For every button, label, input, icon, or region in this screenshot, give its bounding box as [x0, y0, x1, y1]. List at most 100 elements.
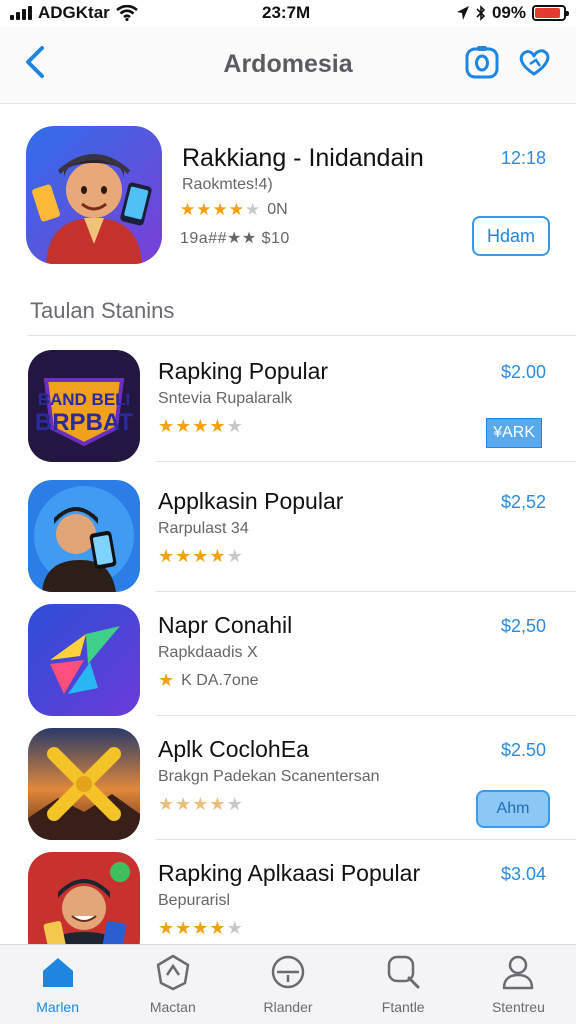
app-subtitle: Sntevia Rupalaralk	[158, 390, 293, 407]
home-icon	[42, 958, 73, 987]
star-icon: ★	[226, 416, 244, 436]
app-title: Rapking Popular	[158, 358, 329, 384]
get-button[interactable]: ¥ARK	[486, 418, 542, 448]
star-icon: ★	[175, 416, 193, 436]
app-subtitle: Brakgn Padekan Scanentersan	[158, 768, 380, 785]
battery-level	[535, 8, 561, 18]
get-button[interactable]: Ahm	[476, 790, 550, 828]
app-price: $3.04	[500, 864, 546, 884]
heart-share-icon[interactable]	[516, 44, 552, 80]
tab-search[interactable]: Ftantle	[346, 945, 461, 1024]
camera-icon[interactable]	[464, 44, 500, 80]
search-icon	[387, 955, 420, 989]
star-icon: ★	[209, 416, 227, 436]
star-icon: ★	[158, 416, 176, 436]
icon-text: BRPBAT	[35, 409, 134, 436]
signal-icon	[10, 6, 32, 20]
list-item[interactable]: Rapking Aplkaasi Popular Bepurarisl ★★★★…	[0, 840, 576, 944]
star-icon: ★	[175, 546, 193, 566]
app-icon-5	[28, 852, 140, 944]
star-icon: ★	[226, 918, 244, 938]
page-title: Ardomesia	[223, 50, 353, 78]
star-icon: ★	[245, 200, 262, 219]
app-title: Aplk CoclohEa	[158, 736, 309, 762]
app-title: Rapking Aplkaasi Popular	[158, 860, 421, 886]
star-icon: ★	[158, 546, 176, 566]
icon-text: BAND BELI	[38, 390, 131, 409]
star-icon: ★	[175, 918, 193, 938]
tab-label: Marlen	[36, 999, 79, 1015]
back-chevron-icon[interactable]	[18, 42, 54, 82]
featured-app-rating: ★★★★★ 0N	[180, 200, 288, 220]
list-item[interactable]: Applkasin Popular Rarpulast 34 ★★★★★ $2,…	[0, 468, 576, 592]
navigation-bar: Ardomesia	[0, 26, 576, 104]
star-icon: ★	[175, 794, 193, 814]
tab-shield[interactable]: Mactan	[115, 945, 230, 1024]
app-icon-2	[28, 480, 140, 592]
tab-label: Mactan	[149, 999, 196, 1015]
location-arrow-icon	[456, 6, 469, 20]
battery-icon	[532, 5, 569, 21]
app-rating: ★★★★★	[158, 546, 244, 567]
featured-app-meta: 19a##★★ $10	[180, 230, 290, 247]
featured-get-button[interactable]: Hdam	[472, 216, 550, 256]
tab-compass[interactable]: Rlander	[230, 945, 345, 1024]
app-title: Applkasin Popular	[158, 488, 344, 514]
row-divider	[156, 461, 576, 462]
star-icon: ★	[196, 200, 213, 219]
status-bar: ADGKtar 23:7M 09%	[0, 0, 576, 26]
app-icon-1: BAND BELI BRPBAT	[28, 350, 140, 462]
app-price: $2,52	[500, 492, 546, 512]
app-rating: ★★★★★	[158, 794, 244, 815]
app-price: $2.50	[500, 740, 546, 760]
star-icon: ★	[180, 200, 197, 219]
featured-app-title: Rakkiang - Inidandain	[182, 144, 424, 172]
tab-profile[interactable]: Stentreu	[461, 945, 576, 1024]
list-item[interactable]: Napr Conahil Rapkdaadis X ★ K DA.7one $2…	[0, 592, 576, 716]
star-rating: ★★★★★	[158, 416, 244, 437]
star-rating: ★★★★★	[158, 546, 244, 567]
star-rating: ★★★★★	[180, 200, 261, 220]
tab-home[interactable]: Marlen	[0, 945, 115, 1024]
person-icon	[503, 955, 534, 990]
bluetooth-icon	[476, 5, 486, 21]
app-price: $2,50	[500, 616, 546, 636]
app-title: Napr Conahil	[158, 612, 293, 638]
wifi-icon	[115, 5, 138, 21]
app-subtitle: Rapkdaadis X	[158, 644, 258, 661]
star-icon: ★	[226, 794, 244, 814]
star-rating: ★★★★★	[158, 794, 244, 815]
star-icon: ★	[212, 200, 229, 219]
star-icon: ★	[228, 200, 245, 219]
star-icon: ★	[158, 670, 176, 690]
app-rating: ★★★★★	[158, 918, 244, 939]
star-icon: ★	[192, 546, 210, 566]
star-icon: ★	[209, 794, 227, 814]
star-rating: ★	[158, 670, 175, 691]
app-subtitle: Rarpulast 34	[158, 520, 249, 537]
featured-app-card[interactable]: Rakkiang - Inidandain Raokmtes!4) ★★★★★ …	[0, 104, 576, 282]
rating-text: 0N	[267, 201, 288, 218]
app-price: $2.00	[500, 362, 546, 382]
app-icon-4	[28, 728, 140, 840]
star-icon: ★	[209, 546, 227, 566]
list-item[interactable]: Aplk CoclohEa Brakgn Padekan Scanentersa…	[0, 716, 576, 840]
star-icon: ★	[192, 416, 210, 436]
star-icon: ★	[192, 794, 210, 814]
list-item[interactable]: BAND BELI BRPBAT Rapking Popular Sntevia…	[0, 338, 576, 462]
shield-icon	[156, 954, 190, 991]
tab-bar: Marlen Mactan Rlander Ftantle Stentreu	[0, 944, 576, 1024]
battery-percent: 09%	[491, 3, 526, 22]
app-subtitle: Bepurarisl	[158, 892, 231, 909]
compass-icon	[271, 955, 305, 989]
tab-label: Stentreu	[491, 999, 545, 1015]
rating-text: K DA.7one	[181, 671, 259, 689]
star-icon: ★	[192, 918, 210, 938]
star-icon: ★	[226, 546, 244, 566]
tab-label: Rlander	[263, 999, 313, 1015]
featured-app-icon	[26, 126, 162, 264]
featured-app-subtitle: Raokmtes!4)	[182, 176, 273, 193]
star-icon: ★	[209, 918, 227, 938]
carrier-label: ADGKtar	[38, 3, 110, 22]
star-rating: ★★★★★	[158, 918, 244, 939]
